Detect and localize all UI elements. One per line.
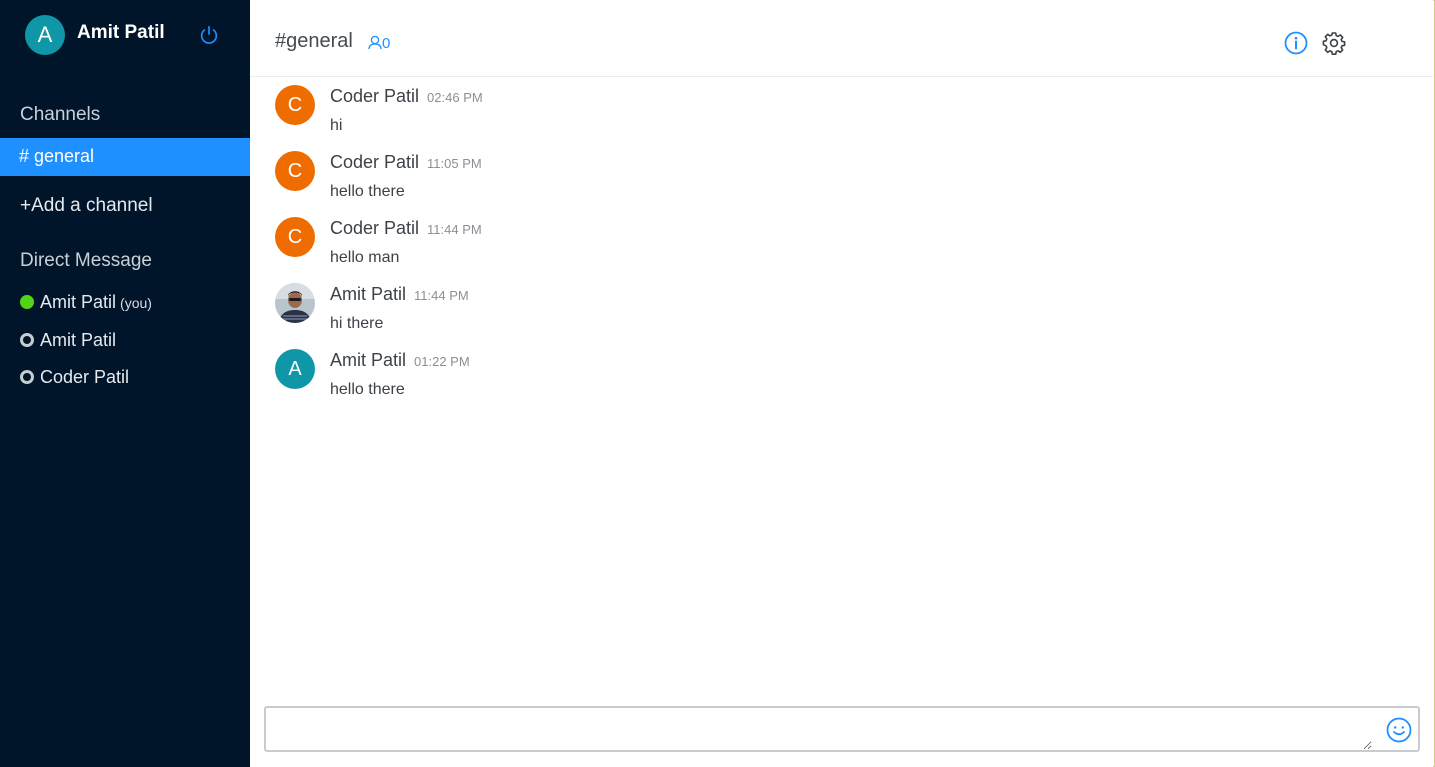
- message-input[interactable]: [266, 708, 1372, 750]
- message-time: 11:05 PM: [427, 156, 482, 171]
- offline-status-icon: [20, 333, 34, 347]
- avatar-photo[interactable]: [275, 283, 315, 323]
- dm-name: Coder Patil: [40, 367, 130, 387]
- emoji-icon[interactable]: [1386, 717, 1412, 743]
- message-text: hello there: [330, 183, 405, 200]
- current-user: A Amit Patil: [25, 15, 225, 55]
- current-user-name: Amit Patil: [77, 22, 165, 43]
- avatar[interactable]: C: [275, 217, 315, 257]
- channel-header: #general 0: [250, 0, 1433, 77]
- add-channel-button[interactable]: +Add a channel: [20, 195, 153, 217]
- avatar[interactable]: A: [275, 349, 315, 389]
- message-text: hello man: [330, 249, 400, 266]
- message-time: 11:44 PM: [414, 288, 469, 303]
- sidebar: A Amit Patil Channels # general +Add a c…: [0, 0, 250, 767]
- page-title: #general: [275, 30, 353, 52]
- sidebar-item-general[interactable]: # general: [0, 138, 250, 176]
- dm-name: Amit Patil: [40, 330, 117, 350]
- message-text: hi: [330, 117, 343, 134]
- message-time: 02:46 PM: [427, 90, 483, 105]
- message-item: Amit Patil 11:44 PM hi there: [275, 278, 875, 338]
- online-status-icon: [20, 295, 34, 309]
- message-author[interactable]: Coder Patil: [330, 218, 419, 238]
- message-item: A Amit Patil 01:22 PM hello there: [275, 344, 875, 404]
- message-item: C Coder Patil 11:05 PM hello there: [275, 146, 875, 206]
- message-author[interactable]: Amit Patil: [330, 350, 406, 370]
- dm-name: Amit Patil: [40, 292, 117, 312]
- message-composer: [264, 706, 1420, 752]
- message-text: hi there: [330, 315, 384, 332]
- message-author[interactable]: Coder Patil: [330, 152, 419, 172]
- channels-heading: Channels: [20, 104, 101, 125]
- message-author[interactable]: Coder Patil: [330, 86, 419, 106]
- member-count[interactable]: 0: [368, 35, 390, 52]
- power-icon[interactable]: [198, 24, 220, 46]
- avatar[interactable]: A: [25, 15, 65, 55]
- you-label: (you): [120, 295, 152, 311]
- message-time: 11:44 PM: [427, 222, 482, 237]
- person-photo-icon: [275, 283, 315, 323]
- message-item: C Coder Patil 02:46 PM hi: [275, 80, 875, 140]
- avatar[interactable]: C: [275, 85, 315, 125]
- member-count-value: 0: [382, 35, 391, 52]
- channel-label: # general: [19, 146, 95, 166]
- message-time: 01:22 PM: [414, 354, 470, 369]
- direct-message-heading: Direct Message: [20, 250, 152, 271]
- message-author[interactable]: Amit Patil: [330, 284, 406, 304]
- chat-panel: #general 0 C Coder Patil 02:46 PM hi C Co…: [250, 0, 1433, 767]
- user-icon: [368, 35, 382, 50]
- message-item: C Coder Patil 11:44 PM hello man: [275, 212, 875, 272]
- avatar[interactable]: C: [275, 151, 315, 191]
- offline-status-icon: [20, 370, 34, 384]
- gear-icon[interactable]: [1322, 31, 1346, 55]
- info-icon[interactable]: [1284, 31, 1308, 55]
- message-text: hello there: [330, 381, 405, 398]
